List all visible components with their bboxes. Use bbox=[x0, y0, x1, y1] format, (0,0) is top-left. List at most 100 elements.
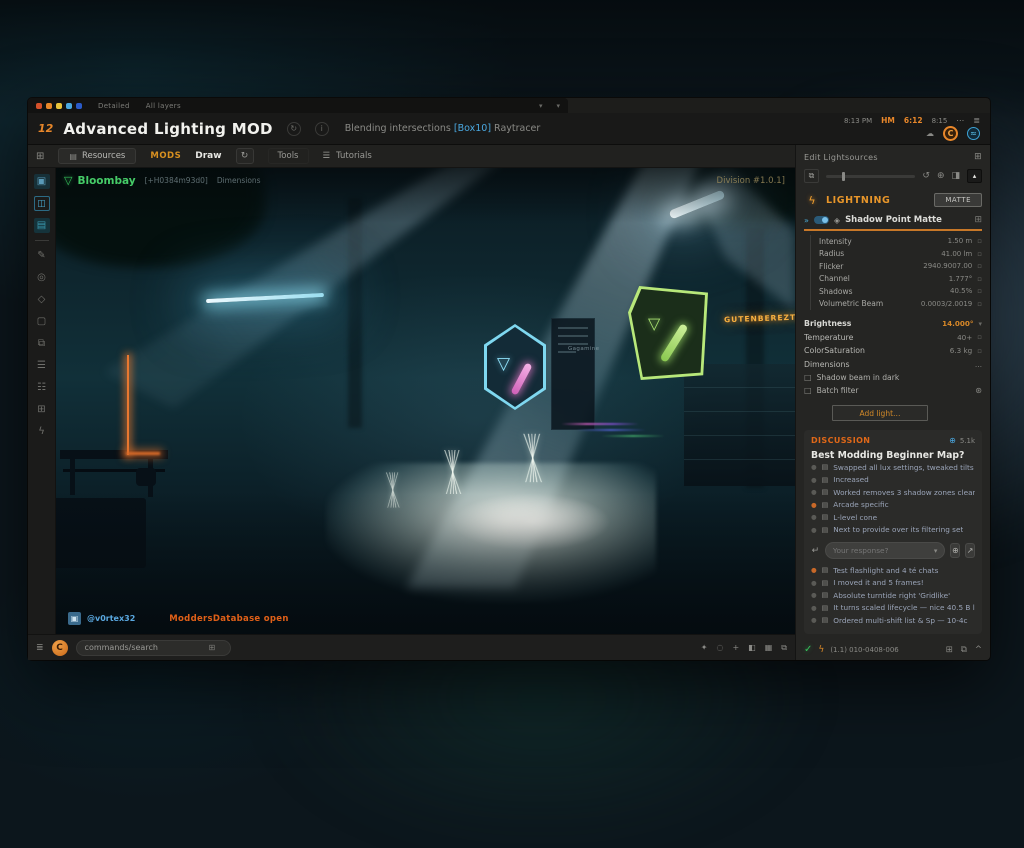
cloud-icon[interactable]: ☁ bbox=[926, 129, 934, 138]
stepper-icon[interactable]: ▫ bbox=[977, 333, 982, 341]
attach-button[interactable]: ⊕ bbox=[950, 543, 960, 558]
discussion-title[interactable]: Best Modding Beginner Map? bbox=[811, 450, 975, 461]
reply-item[interactable]: ●▤It turns scaled lifecycle — nice 40.5 … bbox=[811, 602, 975, 615]
timeline-scrubber[interactable] bbox=[826, 175, 915, 178]
chevron-down-icon[interactable]: ▾ bbox=[934, 547, 938, 555]
reply-field[interactable] bbox=[833, 546, 930, 555]
copy-icon[interactable]: ⧉ bbox=[781, 643, 787, 653]
avatar[interactable]: ▣ bbox=[68, 612, 81, 625]
layers-tool-icon[interactable]: ▤ bbox=[34, 218, 50, 233]
discussion-badge-icon[interactable]: ⊕ bbox=[949, 436, 956, 445]
property-row[interactable]: Flicker2940.9007.00▫ bbox=[819, 260, 982, 273]
reply-input[interactable]: ▾ bbox=[825, 542, 946, 559]
split-view-icon[interactable]: ◧ bbox=[748, 643, 756, 652]
chevron-down-icon[interactable]: ▾ bbox=[556, 102, 560, 110]
menu-all-layers[interactable]: All layers bbox=[146, 102, 181, 110]
star-icon[interactable]: ✦ bbox=[701, 643, 708, 652]
menu-icon[interactable]: ≣ bbox=[973, 116, 980, 125]
property-row[interactable]: Brightness14.000°▾ bbox=[804, 317, 982, 331]
input-grid-icon[interactable]: ⊞ bbox=[209, 643, 216, 652]
chevron-down-icon[interactable]: ▾ bbox=[978, 320, 982, 328]
reply-item[interactable]: ●▤Ordered multi-shift list & Sp — 10-4c bbox=[811, 614, 975, 627]
checkbox-icon[interactable]: □ bbox=[804, 386, 812, 395]
send-button[interactable]: ↗ bbox=[965, 543, 975, 558]
message-row[interactable]: ●▤Increased bbox=[811, 474, 975, 487]
shield-tool-icon[interactable]: ◇ bbox=[34, 292, 50, 307]
tab-tutorials[interactable]: ☰ Tutorials bbox=[323, 151, 372, 161]
window-dot[interactable] bbox=[46, 103, 52, 109]
menu-icon[interactable]: ≣ bbox=[36, 643, 44, 653]
box-tool-icon[interactable]: ▢ bbox=[34, 314, 50, 329]
copy-icon[interactable]: ⧉ bbox=[961, 645, 967, 655]
tab-resources[interactable]: ▤ Resources bbox=[58, 148, 136, 164]
property-row[interactable]: Dimensions… bbox=[804, 358, 982, 372]
plus-icon[interactable]: + bbox=[732, 643, 739, 652]
command-search-input[interactable]: ⊞ bbox=[76, 640, 231, 656]
copy-tool-icon[interactable]: ⧉ bbox=[34, 336, 50, 351]
more-icon[interactable]: ⋯ bbox=[956, 116, 964, 125]
rotate-tool-button[interactable]: ↻ bbox=[236, 148, 254, 164]
split-icon[interactable]: ◨ bbox=[951, 171, 960, 181]
refresh-icon[interactable]: ↻ bbox=[287, 122, 301, 136]
reply-item[interactable]: ●▤Absolute turntide right 'Gridlike' bbox=[811, 589, 975, 602]
preset-grid-icon[interactable]: ⊞ bbox=[974, 215, 982, 225]
checkbox-row[interactable]: □Batch filter⊛ bbox=[804, 384, 982, 397]
account-icon[interactable]: ≈ bbox=[967, 127, 980, 140]
reply-icon[interactable]: ↵ bbox=[811, 543, 820, 559]
preset-toggle[interactable] bbox=[814, 216, 829, 224]
grid-tool-icon[interactable]: ⊞ bbox=[34, 402, 50, 417]
matte-button[interactable]: MATTE bbox=[934, 193, 982, 207]
tab-mods[interactable]: MODS bbox=[150, 151, 181, 161]
window-dot[interactable] bbox=[76, 103, 82, 109]
chevron-down-icon[interactable]: ▾ bbox=[539, 102, 543, 110]
list-tool-icon[interactable]: ☰ bbox=[34, 358, 50, 373]
green-neon-sign[interactable]: ▽ bbox=[628, 286, 708, 380]
export-button[interactable]: ▴ bbox=[967, 169, 982, 183]
window-dot[interactable] bbox=[56, 103, 62, 109]
stepper-icon[interactable]: ▫ bbox=[977, 237, 982, 245]
window-dot[interactable] bbox=[36, 103, 42, 109]
add-icon[interactable]: ⊕ bbox=[937, 171, 945, 181]
box10-link[interactable]: [Box10] bbox=[454, 123, 491, 134]
menu-detailed[interactable]: Detailed bbox=[98, 102, 130, 110]
app-logo-icon[interactable]: C bbox=[943, 126, 958, 141]
checkbox-row[interactable]: □Shadow beam in dark bbox=[804, 371, 982, 384]
frames-tool-icon[interactable]: ◫ bbox=[34, 196, 50, 211]
selected-light-row[interactable]: ϟ LIGHTNING MATTE bbox=[804, 193, 982, 207]
grid-view-icon[interactable]: ▦ bbox=[765, 643, 773, 652]
stepper-icon[interactable]: ▫ bbox=[977, 262, 982, 270]
property-row[interactable]: Temperature40+▫ bbox=[804, 331, 982, 345]
target-icon[interactable]: ◌ bbox=[716, 643, 723, 652]
reply-item[interactable]: ●▤I moved it and 5 frames! bbox=[811, 577, 975, 590]
pen-tool-icon[interactable]: ✎ bbox=[34, 248, 50, 263]
user-tool-icon[interactable]: ▣ bbox=[34, 174, 50, 189]
add-light-button[interactable]: Add light… bbox=[832, 405, 928, 421]
message-row[interactable]: ●▤Swapped all lux settings, tweaked tilt… bbox=[811, 461, 975, 474]
property-row[interactable]: Volumetric Beam0.0003/2.0019▫ bbox=[819, 298, 982, 311]
reply-item[interactable]: ●▤Test flashlight and 4 té chats bbox=[811, 564, 975, 577]
stepper-icon[interactable]: ▫ bbox=[977, 347, 982, 355]
tab-tools[interactable]: Tools bbox=[268, 148, 309, 164]
message-row[interactable]: ●▤Arcade specific bbox=[811, 499, 975, 512]
copy-icon[interactable]: ⧉ bbox=[804, 169, 819, 183]
command-input[interactable] bbox=[85, 643, 203, 652]
bolt-tool-icon[interactable]: ϟ bbox=[34, 424, 50, 439]
sphere-tool-icon[interactable]: ◎ bbox=[34, 270, 50, 285]
wrench-icon[interactable]: ⊛ bbox=[975, 386, 982, 395]
username-link[interactable]: @v0rtex32 bbox=[87, 614, 135, 623]
stepper-icon[interactable]: ▫ bbox=[977, 287, 982, 295]
property-row[interactable]: Radius41.00 lm▫ bbox=[819, 248, 982, 261]
user-avatar[interactable]: C bbox=[52, 640, 68, 656]
message-row[interactable]: ●▤Next to provide over its filtering set bbox=[811, 524, 975, 537]
chevrons-icon[interactable]: » bbox=[804, 216, 809, 225]
property-row[interactable]: ColorSaturation6.3 kg▫ bbox=[804, 344, 982, 358]
grid-icon[interactable]: ⊞ bbox=[946, 645, 953, 655]
scrubber-handle[interactable] bbox=[842, 172, 845, 181]
undo-icon[interactable]: ↺ bbox=[922, 171, 930, 181]
info-icon[interactable]: i bbox=[315, 122, 329, 136]
property-row[interactable]: Intensity1.50 m▫ bbox=[819, 235, 982, 248]
stepper-icon[interactable]: ▫ bbox=[977, 250, 982, 258]
panel-grid-icon[interactable]: ⊞ bbox=[974, 152, 982, 162]
property-row[interactable]: Shadows40.5%▫ bbox=[819, 285, 982, 298]
preset-row[interactable]: » ◈ Shadow Point Matte ⊞ bbox=[804, 215, 982, 231]
